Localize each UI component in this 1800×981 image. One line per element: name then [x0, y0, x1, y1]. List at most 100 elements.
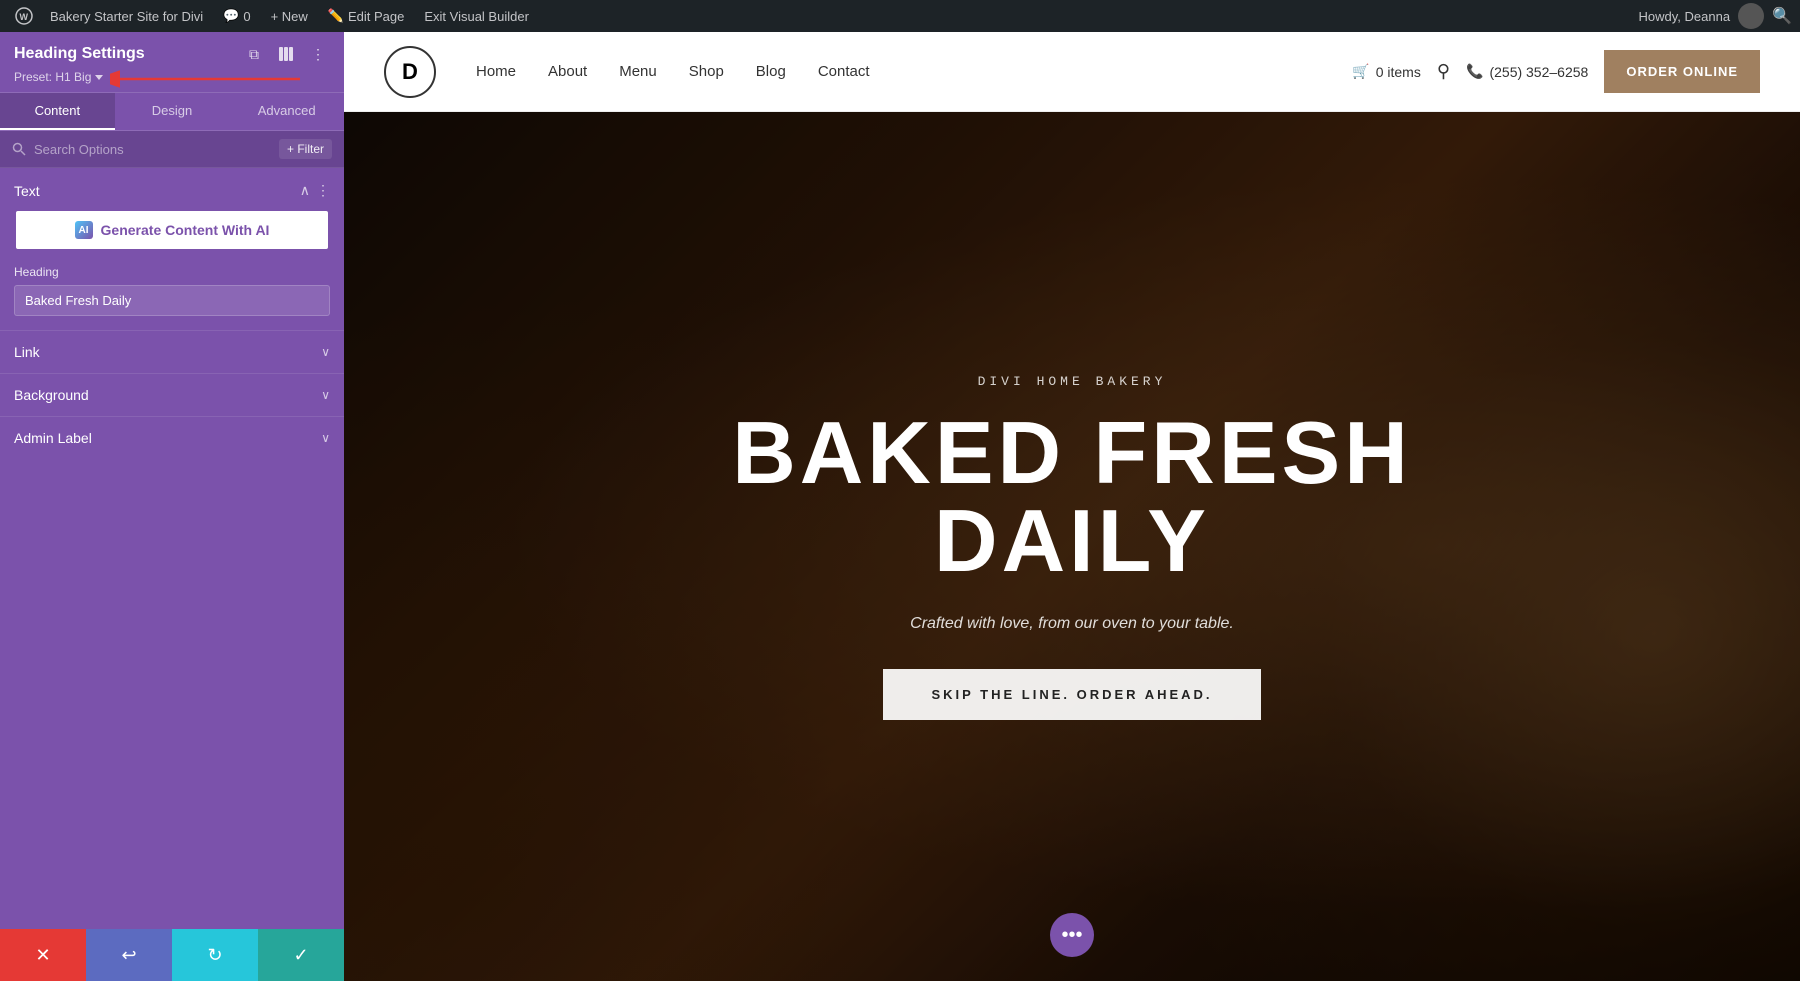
tab-content[interactable]: Content — [0, 93, 115, 130]
nav-search-icon[interactable]: ⚲ — [1437, 61, 1450, 82]
ai-button-label: Generate Content With AI — [101, 222, 270, 238]
link-chevron-icon[interactable]: ∨ — [321, 345, 330, 359]
filter-button[interactable]: + Filter — [279, 139, 332, 159]
comments-bar-item[interactable]: 💬 0 — [213, 0, 260, 32]
text-section-more-icon[interactable]: ⋮ — [316, 182, 330, 199]
text-section-header[interactable]: Text ∧ ⋮ — [0, 168, 344, 209]
text-section-collapse-icon[interactable]: ∧ — [300, 182, 310, 199]
right-content: D Home About Menu Shop Blog Contact 🛒 0 … — [344, 32, 1800, 981]
link-section: Link ∨ — [0, 330, 344, 373]
panel-footer: ✕ ↩ ↻ ✓ — [0, 929, 344, 981]
search-icon — [12, 142, 26, 156]
admin-label-section: Admin Label ∨ — [0, 416, 344, 459]
nav-right: 🛒 0 items ⚲ 📞 (255) 352–6258 ORDER ONLIN… — [1352, 50, 1760, 93]
site-logo[interactable]: D — [384, 46, 436, 98]
text-section-title: Text — [14, 183, 40, 199]
link-section-title: Link — [14, 344, 40, 360]
panel-header-icons: ⧉ ⋮ — [242, 42, 330, 66]
nav-link-menu[interactable]: Menu — [619, 63, 657, 80]
site-nav: D Home About Menu Shop Blog Contact 🛒 0 … — [344, 32, 1800, 112]
background-section-title: Background — [14, 387, 89, 403]
nav-link-blog[interactable]: Blog — [756, 63, 786, 80]
main-layout: Heading Settings ⧉ ⋮ — [0, 32, 1800, 981]
copy-icon[interactable]: ⧉ — [242, 42, 266, 66]
nav-item-menu[interactable]: Menu — [619, 63, 657, 81]
nav-item-home[interactable]: Home — [476, 63, 516, 81]
exit-builder-bar-item[interactable]: Exit Visual Builder — [414, 0, 539, 32]
search-icon[interactable]: 🔍 — [1772, 6, 1792, 26]
redo-button[interactable]: ↻ — [172, 929, 258, 981]
hero-dots-button[interactable]: ••• — [1050, 913, 1094, 957]
phone-number: (255) 352–6258 — [1489, 64, 1588, 80]
background-section-header[interactable]: Background ∨ — [0, 374, 344, 416]
text-section-icons: ∧ ⋮ — [300, 182, 330, 199]
tab-advanced[interactable]: Advanced — [229, 93, 344, 130]
panel-search-bar: + Filter — [0, 131, 344, 168]
background-chevron-icon[interactable]: ∨ — [321, 388, 330, 402]
nav-item-contact[interactable]: Contact — [818, 63, 870, 81]
site-name-bar-item[interactable]: Bakery Starter Site for Divi — [40, 0, 213, 32]
howdy-label: Howdy, Deanna — [1639, 9, 1731, 24]
nav-link-shop[interactable]: Shop — [689, 63, 724, 80]
phone-icon: 📞 — [1466, 63, 1483, 80]
cart-label: 0 items — [1376, 64, 1421, 80]
hero-cta-button[interactable]: SKIP THE LINE. ORDER AHEAD. — [883, 669, 1260, 720]
cancel-button[interactable]: ✕ — [0, 929, 86, 981]
nav-link-home[interactable]: Home — [476, 63, 516, 80]
admin-label-section-title: Admin Label — [14, 430, 92, 446]
admin-label-section-header[interactable]: Admin Label ∨ — [0, 417, 344, 459]
svg-text:W: W — [20, 12, 29, 22]
panel-tabs: Content Design Advanced — [0, 93, 344, 131]
hero-description: Crafted with love, from our oven to your… — [722, 615, 1422, 633]
undo-button[interactable]: ↩ — [86, 929, 172, 981]
wp-admin-bar: W Bakery Starter Site for Divi 💬 0 + New… — [0, 0, 1800, 32]
generate-ai-button[interactable]: AI Generate Content With AI — [14, 209, 330, 251]
panel-header: Heading Settings ⧉ ⋮ — [0, 32, 344, 93]
new-label: + New — [271, 9, 308, 24]
nav-link-contact[interactable]: Contact — [818, 63, 870, 80]
heading-field-group: Heading — [0, 265, 344, 330]
order-online-button[interactable]: ORDER ONLINE — [1604, 50, 1760, 93]
heading-field-label: Heading — [14, 265, 330, 279]
background-section-icons: ∨ — [321, 388, 330, 402]
admin-label-chevron-icon[interactable]: ∨ — [321, 431, 330, 445]
more-options-icon[interactable]: ⋮ — [306, 42, 330, 66]
hero-title: BAKED FRESH DAILY — [722, 409, 1422, 585]
nav-item-shop[interactable]: Shop — [689, 63, 724, 81]
edit-page-bar-item[interactable]: ✏️ Edit Page — [318, 0, 415, 32]
link-section-icons: ∨ — [321, 345, 330, 359]
search-options-input[interactable] — [34, 142, 271, 157]
panel-header-top: Heading Settings ⧉ ⋮ — [14, 42, 330, 66]
phone-info: 📞 (255) 352–6258 — [1466, 63, 1588, 80]
avatar[interactable] — [1738, 3, 1764, 29]
admin-bar-right: Howdy, Deanna 🔍 — [1639, 3, 1792, 29]
hero-section: DIVI HOME BAKERY BAKED FRESH DAILY Craft… — [344, 112, 1800, 981]
left-panel: Heading Settings ⧉ ⋮ — [0, 32, 344, 981]
cart-info[interactable]: 🛒 0 items — [1352, 63, 1421, 80]
panel-content: Text ∧ ⋮ AI Generate Content With AI Hea… — [0, 168, 344, 929]
columns-icon[interactable] — [274, 42, 298, 66]
site-name-label: Bakery Starter Site for Divi — [50, 9, 203, 24]
heading-input[interactable] — [14, 285, 330, 316]
panel-title: Heading Settings — [14, 45, 145, 63]
exit-builder-label: Exit Visual Builder — [424, 9, 529, 24]
new-bar-item[interactable]: + New — [261, 0, 318, 32]
panel-header-wrapper: Heading Settings ⧉ ⋮ — [0, 32, 344, 168]
cart-icon: 🛒 — [1352, 63, 1369, 80]
preset-dropdown-icon — [95, 75, 103, 80]
nav-links: Home About Menu Shop Blog Contact — [476, 63, 1352, 81]
ai-icon: AI — [75, 221, 93, 239]
hero-subtitle: DIVI HOME BAKERY — [722, 374, 1422, 389]
preset-label[interactable]: Preset: H1 Big — [14, 70, 330, 84]
tab-design[interactable]: Design — [115, 93, 230, 130]
nav-item-about[interactable]: About — [548, 63, 587, 81]
wp-logo-icon[interactable]: W — [8, 0, 40, 32]
edit-page-label: Edit Page — [348, 9, 404, 24]
nav-link-about[interactable]: About — [548, 63, 587, 80]
preset-text: Preset: H1 Big — [14, 70, 91, 84]
nav-item-blog[interactable]: Blog — [756, 63, 786, 81]
save-button[interactable]: ✓ — [258, 929, 344, 981]
comments-count: 0 — [243, 9, 250, 24]
dots-icon: ••• — [1061, 924, 1082, 947]
link-section-header[interactable]: Link ∨ — [0, 331, 344, 373]
